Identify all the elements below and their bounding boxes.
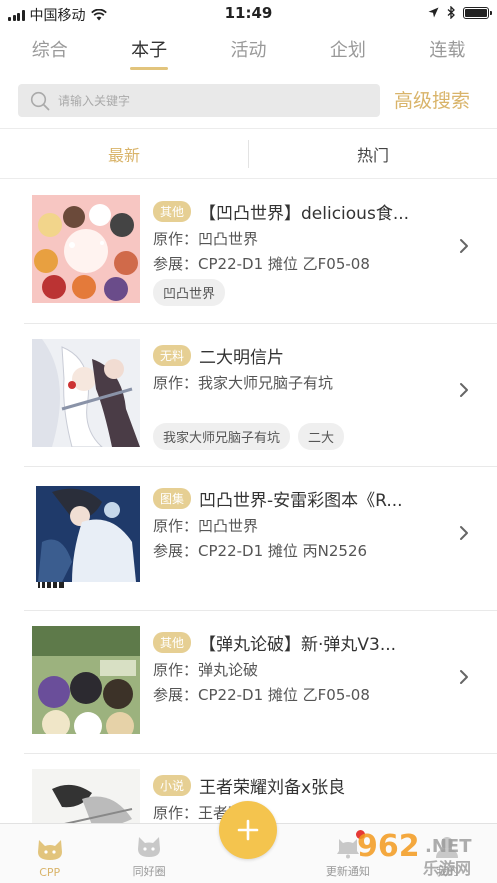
search-input[interactable]	[58, 93, 358, 108]
battery-icon	[463, 6, 492, 19]
item-exhibit: 参展：CP22-D1 摊位 丙N2526	[153, 542, 368, 560]
item-title: 【弹丸论破】新·弹丸V3...	[199, 634, 397, 655]
list-item[interactable]: 图集 凹凸世界-安雷彩图本《R... 原作：凹凸世界 参展：CP22-D1 摊位…	[24, 467, 497, 611]
item-origin: 原作：弹丸论破	[153, 660, 259, 679]
chevron-right-icon	[460, 526, 468, 540]
item-title: 二大明信片	[199, 347, 285, 368]
tag[interactable]: 凹凸世界	[153, 279, 226, 306]
chevron-right-icon	[460, 382, 468, 397]
item-origin: 原作：凹凸世界	[153, 230, 259, 248]
tag-list: 我家大师兄脑子有坑 二大	[153, 422, 345, 450]
category-badge: 小说	[153, 775, 192, 796]
item-title: 【凹凸世界】delicious食...	[199, 204, 410, 224]
bluetooth-icon	[447, 6, 455, 19]
doujinshi-list: 其他 【凹凸世界】delicious食... 原作：凹凸世界 参展：CP22-D…	[0, 180, 497, 883]
search-box[interactable]	[18, 84, 380, 117]
tabbar-item-circle[interactable]: 同好圈	[99, 824, 198, 883]
item-title: 王者荣耀刘备x张良	[199, 778, 346, 798]
item-title-row: 其他 【凹凸世界】delicious食...	[153, 199, 453, 224]
item-origin: 原作：我家大师兄脑子有坑	[153, 373, 334, 392]
tabbar-item-cpp[interactable]: CPP	[0, 824, 99, 883]
list-item[interactable]: 无料 二大明信片 原作：我家大师兄脑子有坑 我家大师兄脑子有坑 二大	[24, 324, 497, 467]
svg-text:.NET: .NET	[425, 836, 472, 857]
watermark-logo: 962 .NET 乐游网	[353, 826, 493, 880]
tag-list: 凹凸世界	[153, 279, 226, 306]
location-arrow-icon	[428, 7, 439, 18]
tab-projects[interactable]: 企划	[298, 28, 397, 70]
tabbar-label: 同好圈	[132, 865, 166, 878]
item-title-row: 图集 凹凸世界-安雷彩图本《R...	[153, 486, 453, 511]
search-row: 高级搜索	[0, 80, 497, 124]
svg-text:962: 962	[357, 829, 420, 864]
category-badge: 图集	[153, 488, 192, 509]
tab-doujinshi[interactable]: 本子	[99, 28, 198, 70]
tab-serial[interactable]: 连载	[398, 28, 497, 70]
item-title: 凹凸世界-安雷彩图本《R...	[199, 491, 403, 511]
tab-comprehensive[interactable]: 综合	[0, 28, 99, 70]
status-right	[428, 6, 492, 19]
tabbar-label: CPP	[39, 866, 61, 879]
search-icon	[30, 91, 50, 110]
add-button[interactable]	[219, 801, 277, 859]
item-exhibit: 参展：CP22-D1 摊位 乙F05-08	[153, 685, 370, 704]
category-badge: 无料	[153, 344, 192, 366]
status-time: 11:49	[224, 4, 273, 22]
chevron-right-icon	[460, 239, 468, 253]
tab-popular[interactable]: 热门	[249, 142, 497, 166]
sort-tabs: 最新 热门	[0, 129, 497, 179]
advanced-search-button[interactable]: 高级搜索	[394, 86, 470, 113]
plus-icon	[237, 819, 259, 841]
tab-latest[interactable]: 最新	[0, 142, 248, 166]
circle-cat-icon	[138, 837, 161, 857]
tab-events[interactable]: 活动	[199, 28, 298, 70]
top-tab-bar: 综合 本子 活动 企划 连载	[0, 28, 497, 70]
item-exhibit: 参展：CP22-D1 摊位 乙F05-08	[153, 255, 370, 273]
list-item[interactable]: 其他 【弹丸论破】新·弹丸V3... 原作：弹丸论破 参展：CP22-D1 摊位…	[24, 611, 497, 754]
category-badge: 其他	[153, 201, 192, 222]
category-badge: 其他	[153, 631, 192, 653]
cat-face-icon	[37, 840, 62, 860]
item-title-row: 小说 王者荣耀刘备x张良	[153, 773, 453, 798]
cover-image	[32, 482, 140, 590]
chevron-right-icon	[460, 669, 468, 684]
list-item[interactable]: 其他 【凹凸世界】delicious食... 原作：凹凸世界 参展：CP22-D…	[24, 180, 497, 324]
cover-image	[32, 338, 140, 447]
item-title-row: 其他 【弹丸论破】新·弹丸V3...	[153, 630, 453, 655]
item-origin: 原作：凹凸世界	[153, 517, 259, 535]
status-bar: 中国移动 11:49	[0, 0, 497, 28]
tag[interactable]: 我家大师兄脑子有坑	[153, 422, 291, 450]
svg-text:乐游网: 乐游网	[423, 859, 471, 878]
tag[interactable]: 二大	[298, 422, 345, 450]
cover-image	[32, 195, 140, 303]
item-title-row: 无料 二大明信片	[153, 343, 453, 368]
cover-image	[32, 625, 140, 734]
